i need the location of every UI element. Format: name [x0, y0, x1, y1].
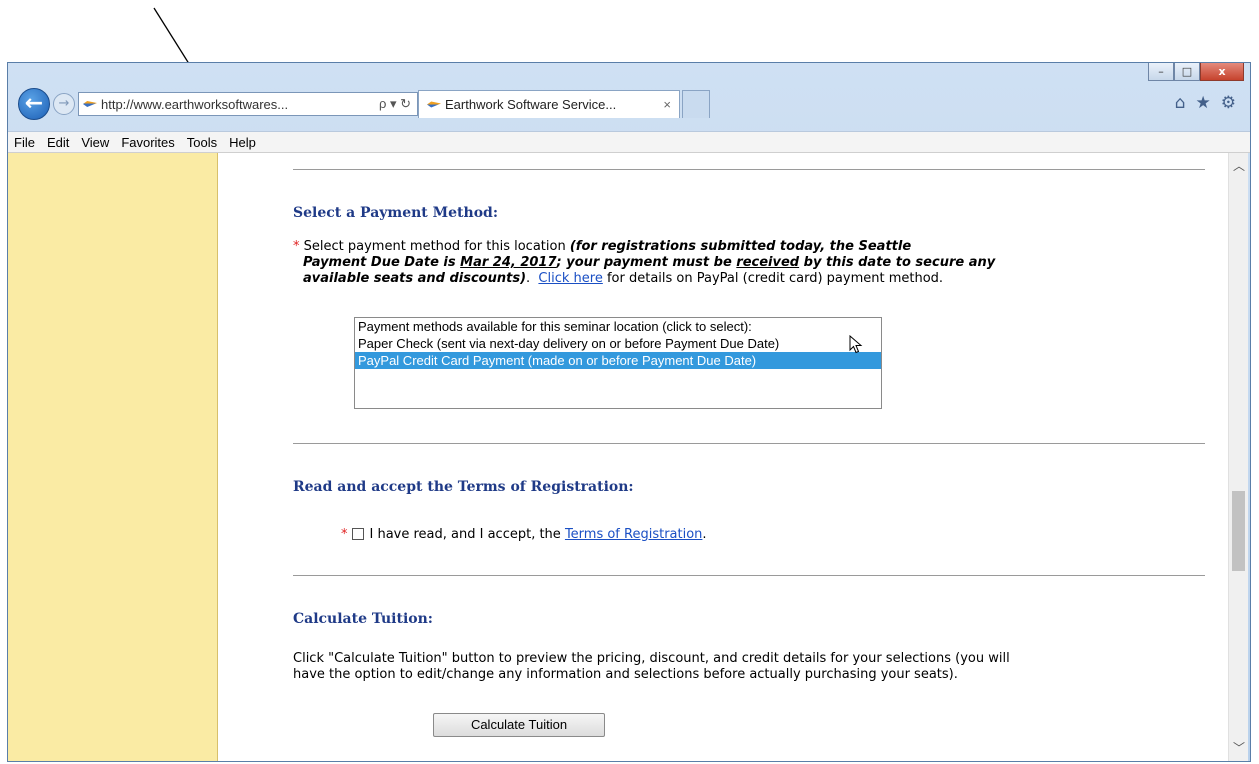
- tuition-line-2: have the option to edit/change any infor…: [293, 667, 958, 682]
- payment-line-1-bold: (for registrations submitted today, the …: [569, 239, 912, 254]
- payment-due-label: Payment Due Date is: [303, 255, 461, 270]
- tab-favicon-icon: [427, 101, 441, 108]
- back-button[interactable]: ←: [18, 88, 50, 120]
- payment-line-2-bold-c: by this date to secure any: [799, 255, 996, 270]
- terms-period: .: [702, 527, 707, 542]
- menu-file[interactable]: File: [8, 135, 41, 150]
- payment-line-2: Payment Due Date is Mar 24, 2017; your p…: [303, 255, 995, 271]
- listbox-option[interactable]: Paper Check (sent via next-day delivery …: [355, 335, 881, 352]
- star-icon[interactable]: ★: [1196, 93, 1211, 113]
- menu-edit[interactable]: Edit: [41, 135, 75, 150]
- main-content: Select a Payment Method: * Select paymen…: [219, 153, 1227, 761]
- close-button[interactable]: x: [1200, 63, 1244, 81]
- terms-checkbox[interactable]: [351, 528, 364, 540]
- menu-help[interactable]: Help: [223, 135, 262, 150]
- scroll-down-icon[interactable]: ﹀: [1229, 739, 1248, 757]
- navigation-bar: ← → http://www.earthworksoftwares... ρ ▾…: [8, 85, 1250, 123]
- paypal-details-link[interactable]: Click here: [538, 271, 602, 286]
- page-viewport: Select a Payment Method: * Select paymen…: [8, 153, 1248, 761]
- divider: [293, 443, 1205, 444]
- gear-icon[interactable]: ⚙: [1221, 93, 1236, 113]
- maximize-button[interactable]: □: [1174, 63, 1200, 81]
- menu-favorites[interactable]: Favorites: [115, 135, 180, 150]
- scroll-up-icon[interactable]: ︿: [1229, 157, 1248, 175]
- terms-line: * I have read, and I accept, the Terms of…: [341, 527, 707, 543]
- home-icon[interactable]: ⌂: [1175, 93, 1186, 113]
- payment-line-2-bold-b: ; your payment must be: [556, 255, 737, 270]
- required-marker: *: [293, 239, 300, 254]
- listbox-option[interactable]: Payment methods available for this semin…: [355, 318, 881, 335]
- menu-tools[interactable]: Tools: [181, 135, 223, 150]
- address-bar[interactable]: http://www.earthworksoftwares... ρ ▾ ↻: [78, 92, 418, 116]
- address-url: http://www.earthworksoftwares...: [101, 96, 289, 112]
- payment-line-3-bold: available seats and discounts): [303, 271, 527, 286]
- toolbar-icons: ⌂ ★ ⚙: [1175, 93, 1236, 113]
- payment-line-3: available seats and discounts). Click he…: [303, 271, 943, 287]
- divider: [293, 575, 1205, 576]
- terms-heading: Read and accept the Terms of Registratio…: [293, 479, 634, 495]
- tab-title: Earthwork Software Service...: [445, 97, 617, 112]
- menu-view[interactable]: View: [75, 135, 115, 150]
- terms-link[interactable]: Terms of Registration: [565, 527, 702, 542]
- payment-line-3-rest: for details on PayPal (credit card) paym…: [602, 271, 944, 286]
- search-refresh-icons[interactable]: ρ ▾ ↻: [379, 96, 417, 112]
- required-marker: *: [341, 527, 348, 542]
- window-controls: – □ x: [1148, 63, 1244, 81]
- vertical-scrollbar[interactable]: ︿ ﹀: [1228, 153, 1248, 761]
- tab-close-icon[interactable]: ×: [663, 97, 671, 112]
- payment-due-date: Mar 24, 2017: [460, 255, 557, 270]
- menu-bar: File Edit View Favorites Tools Help: [8, 131, 1250, 153]
- mouse-cursor-icon: [849, 335, 863, 354]
- payment-method-listbox[interactable]: Payment methods available for this semin…: [354, 317, 882, 409]
- tuition-heading: Calculate Tuition:: [293, 611, 433, 627]
- terms-text: I have read, and I accept, the: [369, 527, 565, 542]
- scrollbar-thumb[interactable]: [1232, 491, 1245, 571]
- received-word: received: [736, 255, 800, 270]
- tab-active[interactable]: Earthwork Software Service... ×: [418, 90, 680, 118]
- left-sidebar: [8, 153, 218, 761]
- tuition-line-1: Click "Calculate Tuition" button to prev…: [293, 651, 1010, 666]
- payment-line-3-after: .: [526, 271, 539, 286]
- payment-line-1-text: Select payment method for this location: [303, 239, 570, 254]
- divider: [293, 169, 1205, 170]
- payment-heading: Select a Payment Method:: [293, 205, 498, 221]
- payment-line-1: * Select payment method for this locatio…: [293, 239, 911, 255]
- site-favicon-icon: [83, 101, 97, 107]
- browser-window: – □ x ← → http://www.earthworksoftwares.…: [7, 62, 1251, 762]
- listbox-option-selected[interactable]: PayPal Credit Card Payment (made on or b…: [355, 352, 881, 369]
- new-tab-button[interactable]: [682, 90, 710, 118]
- minimize-button[interactable]: –: [1148, 63, 1174, 81]
- calculate-tuition-button[interactable]: Calculate Tuition: [433, 713, 605, 737]
- forward-button[interactable]: →: [53, 93, 75, 115]
